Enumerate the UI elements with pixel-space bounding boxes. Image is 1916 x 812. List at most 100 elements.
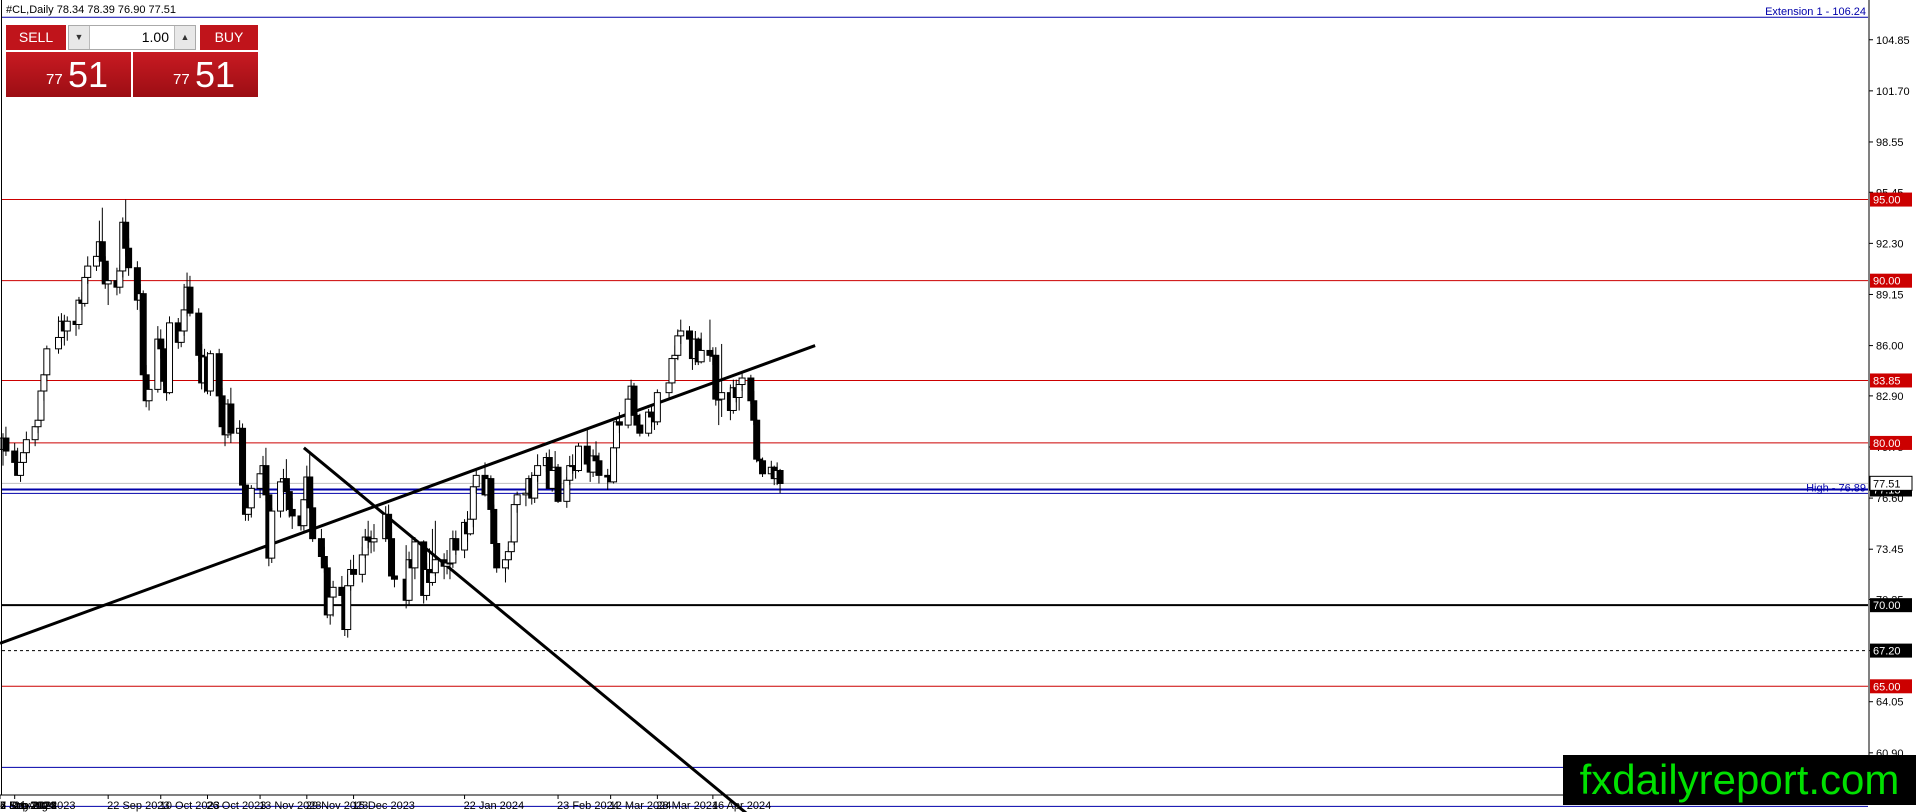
- caret-up-icon[interactable]: ▲: [174, 26, 195, 49]
- level-price-tag-label: 67.20: [1873, 646, 1901, 658]
- bullish-candle: [411, 541, 419, 569]
- bullish-candle: [116, 270, 124, 288]
- bearish-candle: [633, 414, 641, 426]
- bearish-candle: [595, 460, 603, 476]
- bearish-candle: [750, 400, 758, 421]
- extension-label: Extension 1 - 106.24: [1765, 6, 1866, 18]
- x-tick-label: 28 Mar 2024: [656, 800, 718, 812]
- price-chart[interactable]: 104.85101.7098.5595.4592.3089.1586.0082.…: [0, 0, 1916, 812]
- bid-price-button[interactable]: 77 51: [6, 52, 131, 97]
- bearish-candle: [338, 586, 346, 596]
- chart-title: #CL,Daily 78.34 78.39 76.90 77.51: [6, 4, 176, 16]
- bullish-candle: [510, 504, 518, 543]
- bearish-candle: [139, 293, 147, 376]
- bullish-candle: [718, 392, 726, 400]
- bearish-candle: [390, 575, 398, 580]
- bullish-candle: [145, 388, 153, 402]
- bullish-candle: [665, 382, 673, 394]
- bearish-candle: [759, 460, 767, 475]
- bid-price-small: 77: [46, 71, 63, 88]
- bearish-candle: [452, 538, 460, 551]
- bullish-candle: [326, 596, 334, 616]
- lot-size-stepper[interactable]: ▼ 1.00 ▲: [68, 25, 196, 50]
- bullish-candle: [548, 470, 556, 489]
- bullish-candle: [55, 336, 63, 350]
- bullish-candle: [469, 486, 477, 520]
- bullish-candle: [504, 551, 512, 561]
- bearish-candle: [98, 241, 106, 262]
- x-tick-label: 2 May 2024: [0, 800, 57, 812]
- bullish-candle: [81, 276, 89, 304]
- bullish-candle: [329, 586, 337, 598]
- watermark-text: fxdailyreport.com: [1579, 756, 1900, 803]
- bearish-candle: [186, 286, 194, 314]
- bullish-candle: [431, 559, 439, 574]
- bullish-candle: [31, 426, 39, 441]
- bullish-candle: [563, 479, 571, 502]
- bullish-candle: [166, 322, 174, 394]
- trade-panel-row: SELL ▼ 1.00 ▲ BUY: [6, 25, 258, 50]
- bearish-candle: [388, 538, 396, 577]
- bullish-candle: [344, 585, 352, 631]
- bullish-candle: [501, 559, 509, 569]
- bearish-candle: [712, 354, 720, 400]
- bullish-candle: [268, 510, 276, 559]
- bearish-candle: [306, 476, 314, 509]
- bullish-candle: [104, 280, 112, 285]
- bullish-candle: [247, 487, 255, 509]
- bearish-candle: [160, 348, 168, 382]
- time-axis[interactable]: 21 Aug 20236 Sep 2023 22 Sep 202310 Oct 2…: [0, 0, 1916, 812]
- bid-price-big: 51: [68, 54, 109, 95]
- bullish-candle: [22, 439, 30, 454]
- bullish-candle: [277, 481, 285, 512]
- bearish-candle: [288, 508, 296, 517]
- bearish-candle: [282, 478, 290, 493]
- bearish-candle: [157, 338, 165, 350]
- bullish-candle: [300, 499, 308, 527]
- caret-down-icon[interactable]: ▼: [69, 26, 90, 49]
- bullish-candle: [180, 309, 188, 332]
- buy-button[interactable]: BUY: [200, 25, 258, 50]
- bearish-candle: [215, 353, 223, 397]
- bullish-candle: [37, 390, 45, 421]
- level-price-tag-label: 65.00: [1873, 681, 1901, 693]
- bearish-candle: [317, 538, 325, 558]
- current-price-tag-label: 77.51: [1873, 478, 1901, 490]
- bearish-candle: [636, 424, 644, 434]
- bearish-candle: [648, 411, 656, 418]
- bearish-candle: [583, 445, 591, 465]
- bullish-candle: [428, 572, 436, 583]
- level-price-tag-label: 90.00: [1873, 276, 1901, 288]
- bearish-candle: [490, 508, 498, 545]
- bullish-candle: [735, 384, 743, 399]
- bullish-candle: [610, 447, 618, 483]
- bearish-candle: [385, 513, 393, 540]
- y-tick-label: 101.70: [1876, 86, 1910, 98]
- ask-price-button[interactable]: 77 51: [133, 52, 258, 97]
- chart-title-text: #CL,Daily 78.34 78.39 76.90 77.51: [6, 4, 177, 16]
- bearish-candle: [227, 403, 235, 434]
- bullish-candle: [531, 474, 539, 499]
- bullish-candle: [206, 353, 214, 392]
- sell-button[interactable]: SELL: [6, 25, 66, 50]
- y-tick-label: 89.15: [1876, 289, 1904, 301]
- bearish-candle: [2, 437, 10, 452]
- bullish-candle: [624, 398, 632, 426]
- ask-price-small: 77: [173, 71, 190, 88]
- bearish-candle: [125, 247, 133, 269]
- bearish-candle: [262, 465, 270, 496]
- bullish-candle: [40, 374, 48, 392]
- price-axis[interactable]: 104.85101.7098.5595.4592.3089.1586.0082.…: [1868, 0, 1910, 795]
- watermark-logo: fxdailyreport.com: [1563, 755, 1916, 805]
- bullish-candle: [256, 473, 264, 489]
- bullish-candle: [177, 330, 185, 343]
- bullish-candle: [674, 335, 682, 356]
- bearish-candle: [218, 395, 226, 428]
- bullish-candle: [697, 349, 705, 363]
- bearish-candle: [686, 330, 694, 340]
- lot-size-input[interactable]: 1.00: [89, 26, 175, 49]
- bullish-candle: [43, 348, 51, 376]
- candles-layer: [0, 199, 784, 638]
- bullish-candle: [92, 255, 100, 267]
- bullish-candle: [668, 358, 676, 384]
